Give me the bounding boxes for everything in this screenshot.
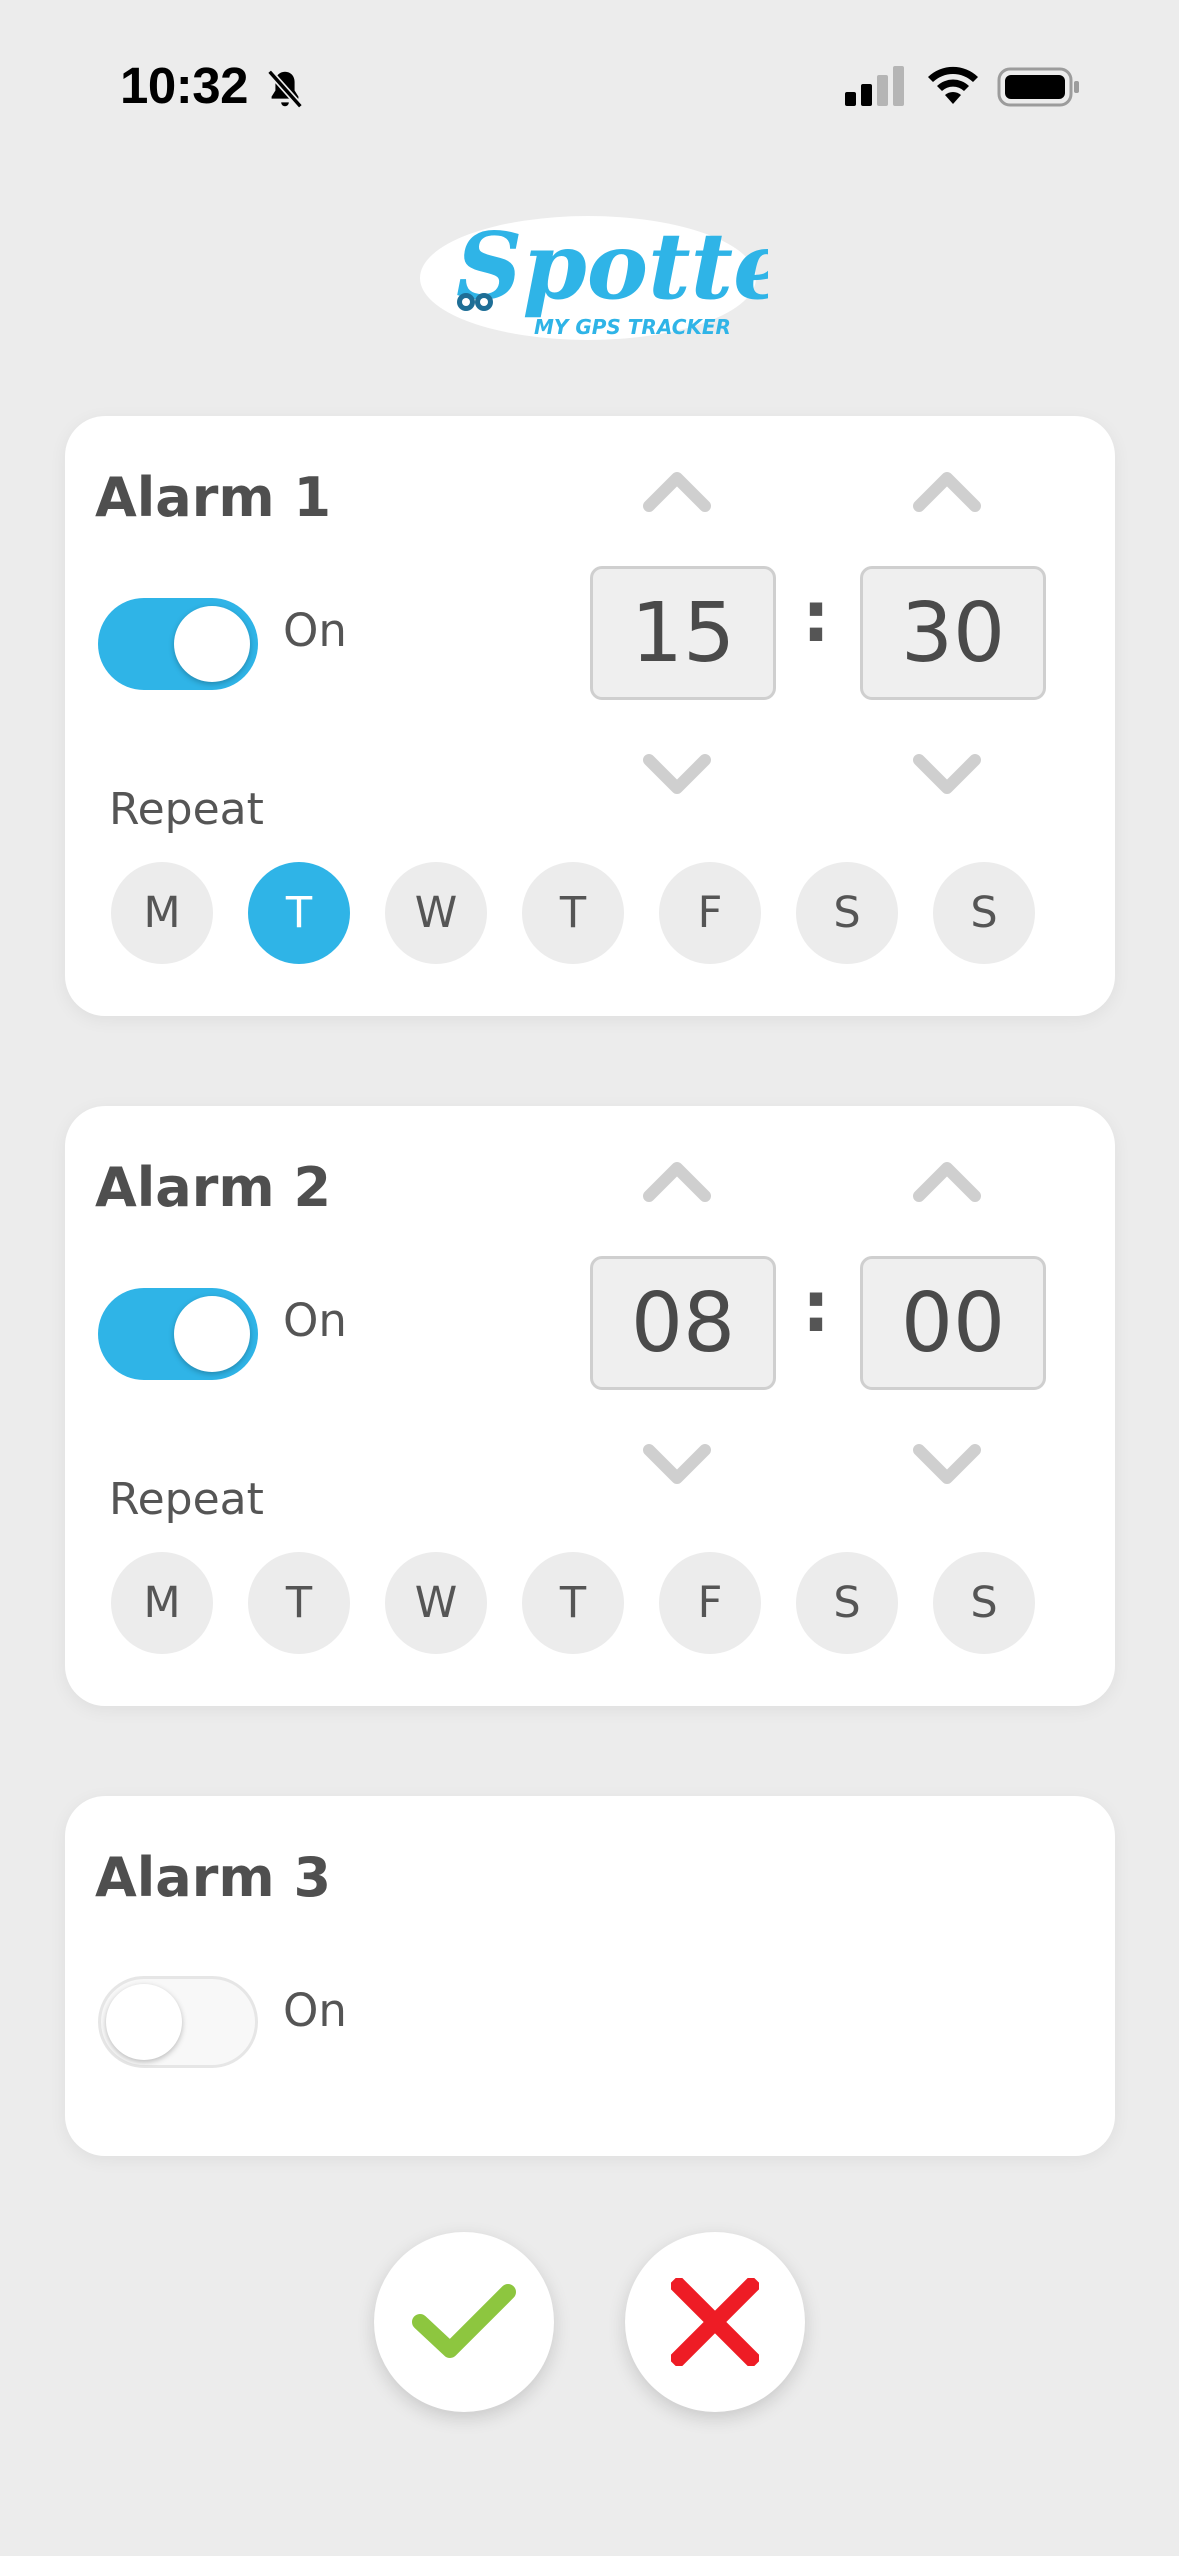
day-friday[interactable]: F <box>659 1552 761 1654</box>
minute-down-arrow-icon[interactable] <box>911 752 983 800</box>
status-time: 10:32 <box>120 57 248 114</box>
minute-field[interactable]: 30 <box>860 566 1046 700</box>
day-tuesday[interactable]: T <box>248 1552 350 1654</box>
cancel-button[interactable] <box>625 2232 805 2412</box>
hour-field[interactable]: 15 <box>590 566 776 700</box>
repeat-label: Repeat <box>109 784 264 835</box>
minute-up-arrow-icon[interactable] <box>911 1156 983 1204</box>
hour-down-arrow-icon[interactable] <box>641 752 713 800</box>
day-friday[interactable]: F <box>659 862 761 964</box>
status-bar: 10:32 <box>0 0 1179 170</box>
svg-text:MY GPS TRACKER: MY GPS TRACKER <box>534 315 731 339</box>
toggle-label: On <box>283 1294 347 1347</box>
toggle-label: On <box>283 604 347 657</box>
day-tuesday[interactable]: T <box>248 862 350 964</box>
day-saturday[interactable]: S <box>796 862 898 964</box>
hour-down-arrow-icon[interactable] <box>641 1442 713 1490</box>
confirm-button[interactable] <box>374 2232 554 2412</box>
hour-up-arrow-icon[interactable] <box>641 1156 713 1204</box>
time-separator: : <box>802 1266 830 1348</box>
bell-slash-icon <box>267 69 303 109</box>
day-thursday[interactable]: T <box>522 862 624 964</box>
toggle-label: On <box>283 1984 347 2037</box>
alarm-card-2: Alarm 2 On 08 : 00 Repeat M T W T F S S <box>65 1106 1115 1706</box>
day-monday[interactable]: M <box>111 1552 213 1654</box>
toggle-knob <box>106 1984 182 2060</box>
alarm-title: Alarm 3 <box>95 1846 332 1909</box>
checkmark-icon <box>412 2284 516 2358</box>
minute-down-arrow-icon[interactable] <box>911 1442 983 1490</box>
svg-text:Spotter: Spotter <box>456 212 768 320</box>
repeat-days: M T W T F S S <box>111 862 1035 964</box>
close-icon <box>671 2278 759 2366</box>
day-thursday[interactable]: T <box>522 1552 624 1654</box>
day-sunday[interactable]: S <box>933 862 1035 964</box>
alarm-toggle[interactable] <box>98 1288 258 1380</box>
day-wednesday[interactable]: W <box>385 862 487 964</box>
toggle-knob <box>174 606 250 682</box>
day-sunday[interactable]: S <box>933 1552 1035 1654</box>
hour-field[interactable]: 08 <box>590 1256 776 1390</box>
alarm-toggle[interactable] <box>98 598 258 690</box>
repeat-days: M T W T F S S <box>111 1552 1035 1654</box>
alarm-title: Alarm 2 <box>95 1156 332 1219</box>
toggle-knob <box>174 1296 250 1372</box>
wifi-icon <box>928 66 978 104</box>
alarm-card-1: Alarm 1 On 15 : 30 Repeat M T W T F S S <box>65 416 1115 1016</box>
time-separator: : <box>802 576 830 658</box>
alarm-toggle[interactable] <box>98 1976 258 2068</box>
battery-icon <box>997 67 1079 107</box>
day-saturday[interactable]: S <box>796 1552 898 1654</box>
minute-up-arrow-icon[interactable] <box>911 466 983 514</box>
repeat-label: Repeat <box>109 1474 264 1525</box>
alarm-card-3: Alarm 3 On <box>65 1796 1115 2156</box>
spotter-logo: Spotter MY GPS TRACKER <box>420 212 768 340</box>
day-wednesday[interactable]: W <box>385 1552 487 1654</box>
alarm-title: Alarm 1 <box>95 466 332 529</box>
minute-field[interactable]: 00 <box>860 1256 1046 1390</box>
cellular-signal-icon <box>845 66 904 106</box>
day-monday[interactable]: M <box>111 862 213 964</box>
hour-up-arrow-icon[interactable] <box>641 466 713 514</box>
